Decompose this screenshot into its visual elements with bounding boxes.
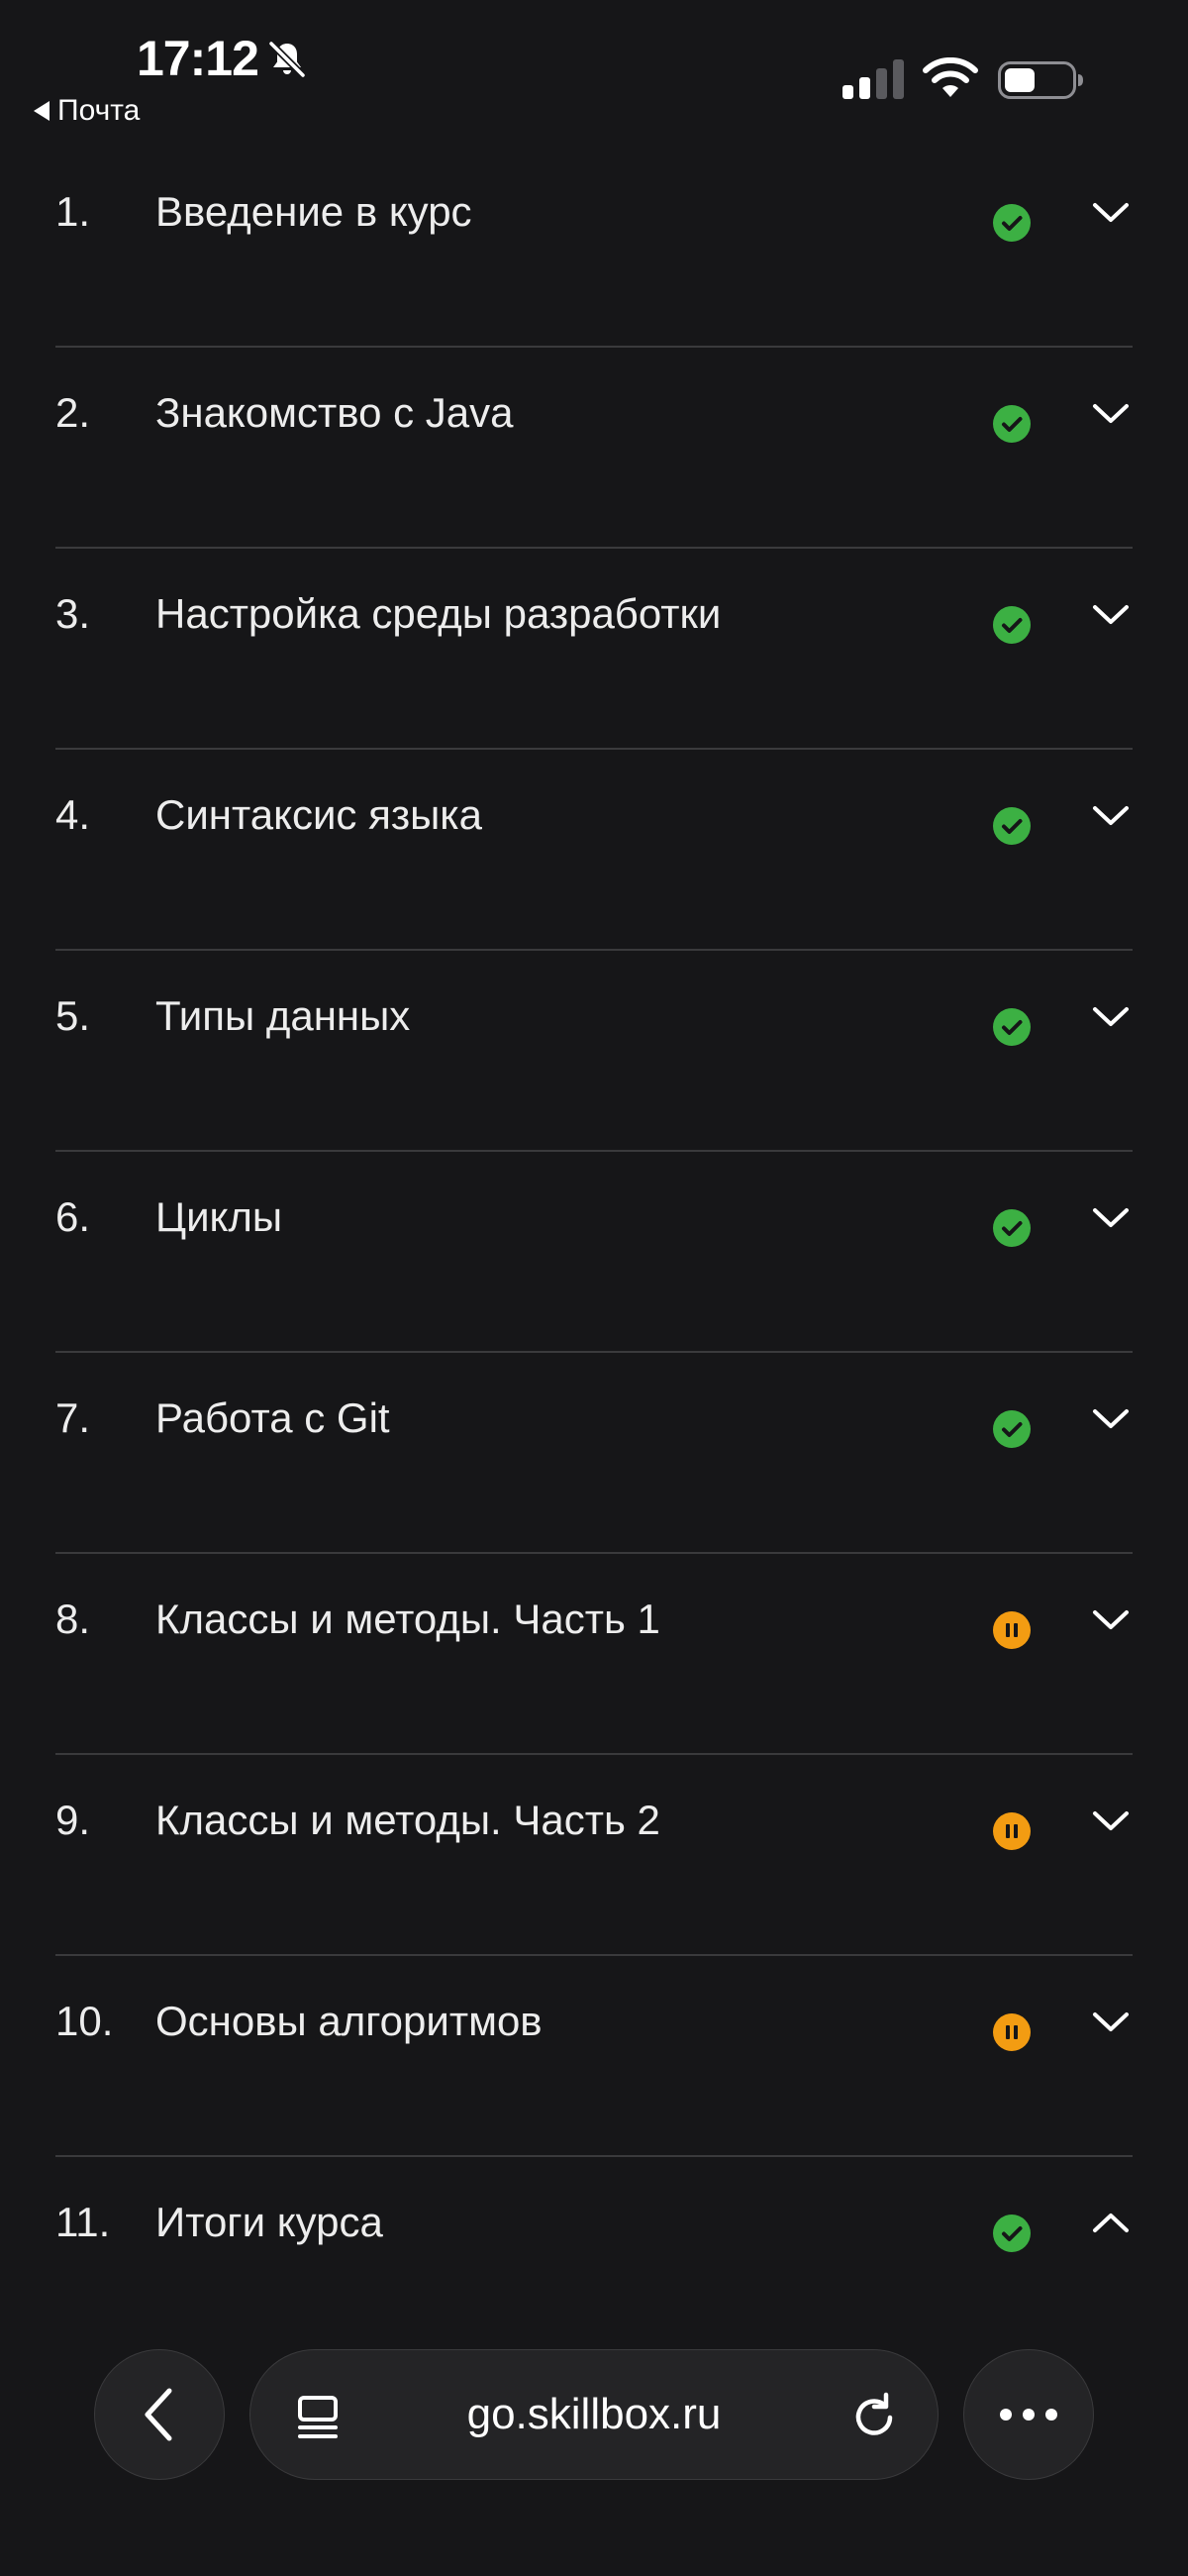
back-to-app-link[interactable]: Почта	[34, 94, 140, 128]
status-time: 17:12	[137, 31, 259, 86]
chevron-down-icon[interactable]	[1089, 397, 1133, 429]
module-row[interactable]: 5. Типы данных	[0, 951, 1188, 1152]
completed-check-icon	[992, 1208, 1032, 1248]
chevron-down-icon[interactable]	[1089, 196, 1133, 228]
status-bar: 17:12 Почта	[0, 0, 1188, 149]
chevron-left-icon	[145, 2388, 172, 2441]
module-number: 2.	[55, 389, 91, 436]
completed-check-icon	[992, 605, 1032, 645]
module-number: 1.	[55, 188, 91, 235]
browser-back-button[interactable]	[94, 2349, 225, 2480]
back-app-label: Почта	[57, 94, 141, 127]
chevron-down-icon[interactable]	[1089, 1201, 1133, 1233]
module-title: Настройка среды разработки	[155, 590, 722, 637]
browser-toolbar: go.skillbox.ru	[0, 2337, 1188, 2496]
completed-check-icon	[992, 203, 1032, 243]
cellular-signal-icon	[842, 59, 904, 99]
chevron-down-icon[interactable]	[1089, 1804, 1133, 1836]
module-row[interactable]: 2. Знакомство с Java	[0, 348, 1188, 549]
module-number: 6.	[55, 1193, 91, 1240]
module-title: Классы и методы. Часть 2	[155, 1797, 660, 1843]
module-row[interactable]: 1. Введение в курс	[0, 147, 1188, 348]
address-bar[interactable]: go.skillbox.ru	[249, 2349, 939, 2480]
module-title: Работа с Git	[155, 1394, 390, 1441]
module-row[interactable]: 9. Классы и методы. Часть 2	[0, 1755, 1188, 1956]
url-text: go.skillbox.ru	[466, 2390, 722, 2438]
module-row[interactable]: 10. Основы алгоритмов	[0, 1956, 1188, 2157]
reload-icon[interactable]	[848, 2390, 900, 2441]
more-icon	[1000, 2409, 1057, 2421]
chevron-down-icon[interactable]	[1089, 1603, 1133, 1635]
module-number: 7.	[55, 1394, 91, 1441]
module-number: 4.	[55, 791, 91, 838]
module-row[interactable]: 11. Итоги курса	[0, 2157, 1188, 2358]
module-number: 3.	[55, 590, 91, 637]
course-module-list: 1. Введение в курс 2. Знакомство с Java …	[0, 147, 1188, 2358]
bell-slash-icon	[268, 41, 306, 78]
module-title: Циклы	[155, 1193, 283, 1240]
chevron-down-icon[interactable]	[1089, 2006, 1133, 2037]
completed-check-icon	[992, 404, 1032, 444]
module-row[interactable]: 7. Работа с Git	[0, 1353, 1188, 1554]
chevron-down-icon[interactable]	[1089, 598, 1133, 630]
completed-check-icon	[992, 1007, 1032, 1047]
module-title: Типы данных	[155, 992, 411, 1039]
wifi-icon	[923, 57, 978, 97]
module-title: Классы и методы. Часть 1	[155, 1596, 660, 1642]
paused-icon	[992, 1610, 1032, 1650]
completed-check-icon	[992, 1409, 1032, 1449]
chevron-down-icon[interactable]	[1089, 1000, 1133, 1032]
chevron-up-icon[interactable]	[1089, 2207, 1133, 2238]
completed-check-icon	[992, 2214, 1032, 2253]
chevron-down-icon[interactable]	[1089, 1402, 1133, 1434]
module-title: Знакомство с Java	[155, 389, 514, 436]
paused-icon	[992, 2012, 1032, 2052]
module-title: Основы алгоритмов	[155, 1998, 543, 2044]
module-number: 10.	[55, 1998, 114, 2044]
module-title: Синтаксис языка	[155, 791, 482, 838]
module-number: 11.	[55, 2199, 111, 2245]
module-number: 9.	[55, 1797, 91, 1843]
module-row[interactable]: 8. Классы и методы. Часть 1	[0, 1554, 1188, 1755]
module-row[interactable]: 3. Настройка среды разработки	[0, 549, 1188, 750]
module-number: 5.	[55, 992, 91, 1039]
module-number: 8.	[55, 1596, 91, 1642]
chevron-down-icon[interactable]	[1089, 799, 1133, 831]
module-row[interactable]: 4. Синтаксис языка	[0, 750, 1188, 951]
module-row[interactable]: 6. Циклы	[0, 1152, 1188, 1353]
back-triangle-icon	[34, 101, 50, 121]
battery-icon	[998, 61, 1083, 99]
more-options-button[interactable]	[963, 2349, 1094, 2480]
module-title: Итоги курса	[155, 2199, 383, 2245]
paused-icon	[992, 1811, 1032, 1851]
module-title: Введение в курс	[155, 188, 472, 235]
completed-check-icon	[992, 806, 1032, 846]
